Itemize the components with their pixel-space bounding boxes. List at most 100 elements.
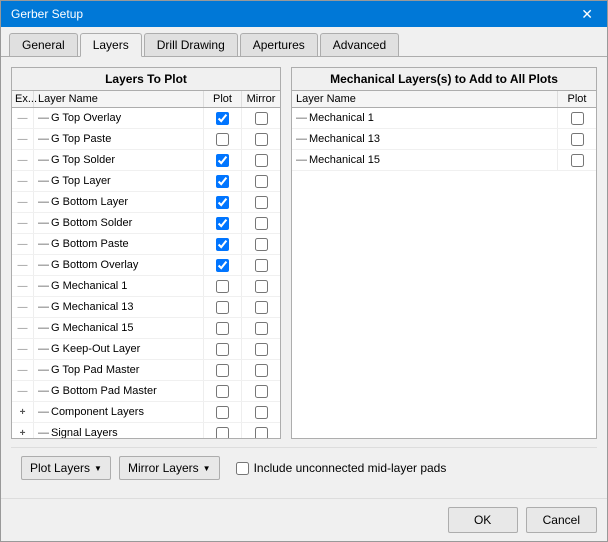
- layer-mirror-checkbox[interactable]: [242, 381, 280, 401]
- layer-plot-checkbox[interactable]: [204, 192, 242, 212]
- layer-name: —G Top Solder: [34, 150, 204, 170]
- layer-plot-checkbox[interactable]: [204, 276, 242, 296]
- layer-expand-icon: —: [12, 381, 34, 401]
- left-layer-row: ——G Top Overlay: [12, 108, 280, 129]
- mech-layer-name: —Mechanical 15: [292, 150, 558, 170]
- layer-plot-checkbox[interactable]: [204, 381, 242, 401]
- layer-mirror-checkbox[interactable]: [242, 108, 280, 128]
- layer-mirror-checkbox[interactable]: [242, 423, 280, 438]
- layer-plot-checkbox[interactable]: [204, 213, 242, 233]
- tab-layers[interactable]: Layers: [80, 33, 142, 57]
- layer-name: —G Mechanical 15: [34, 318, 204, 338]
- plot-layers-arrow-icon: ▼: [94, 464, 102, 473]
- layer-plot-checkbox[interactable]: [204, 129, 242, 149]
- mech-layer-plot-checkbox[interactable]: [558, 108, 596, 128]
- col-ex-header: Ex...: [12, 91, 34, 107]
- left-panel-body: ——G Top Overlay——G Top Paste——G Top Sold…: [12, 108, 280, 438]
- right-layer-row: —Mechanical 13: [292, 129, 596, 150]
- window-title: Gerber Setup: [11, 7, 83, 21]
- layer-name: —G Keep-Out Layer: [34, 339, 204, 359]
- layer-expand-icon: —: [12, 297, 34, 317]
- layer-plot-checkbox[interactable]: [204, 171, 242, 191]
- layer-plot-checkbox[interactable]: [204, 297, 242, 317]
- layer-name: —G Top Paste: [34, 129, 204, 149]
- layer-mirror-checkbox[interactable]: [242, 150, 280, 170]
- mech-layer-name: —Mechanical 13: [292, 129, 558, 149]
- mech-layer-plot-checkbox[interactable]: [558, 150, 596, 170]
- include-label[interactable]: Include unconnected mid-layer pads: [236, 461, 447, 475]
- layer-expand-icon[interactable]: +: [12, 402, 34, 422]
- layer-name: —Component Layers: [34, 402, 204, 422]
- layer-plot-checkbox[interactable]: [204, 423, 242, 438]
- tab-advanced[interactable]: Advanced: [320, 33, 399, 56]
- right-col-plot-header: Plot: [558, 91, 596, 107]
- mirror-layers-arrow-icon: ▼: [203, 464, 211, 473]
- tab-apertures[interactable]: Apertures: [240, 33, 318, 56]
- right-col-headers: Layer Name Plot: [292, 91, 596, 108]
- layer-mirror-checkbox[interactable]: [242, 213, 280, 233]
- layer-plot-checkbox[interactable]: [204, 360, 242, 380]
- buttons-bar: OK Cancel: [1, 498, 607, 541]
- right-col-name-header: Layer Name: [292, 91, 558, 107]
- layer-plot-checkbox[interactable]: [204, 339, 242, 359]
- left-layer-row: ——G Top Solder: [12, 150, 280, 171]
- layer-plot-checkbox[interactable]: [204, 150, 242, 170]
- layer-plot-checkbox[interactable]: [204, 108, 242, 128]
- plot-layers-button[interactable]: Plot Layers ▼: [21, 456, 111, 480]
- left-layer-row: ——G Bottom Layer: [12, 192, 280, 213]
- layer-expand-icon[interactable]: +: [12, 423, 34, 438]
- layer-expand-icon: —: [12, 192, 34, 212]
- mirror-layers-button[interactable]: Mirror Layers ▼: [119, 456, 220, 480]
- cancel-button[interactable]: Cancel: [526, 507, 597, 533]
- col-mirror-header: Mirror: [242, 91, 280, 107]
- mechanical-layers-panel: Mechanical Layers(s) to Add to All Plots…: [291, 67, 597, 439]
- mech-layer-plot-checkbox[interactable]: [558, 129, 596, 149]
- layer-mirror-checkbox[interactable]: [242, 360, 280, 380]
- layer-name: —G Bottom Paste: [34, 234, 204, 254]
- panels-row: Layers To Plot Ex... Layer Name Plot Mir…: [11, 67, 597, 439]
- close-button[interactable]: ✕: [577, 7, 597, 21]
- left-layer-row: ——G Bottom Overlay: [12, 255, 280, 276]
- left-layer-row: ——G Mechanical 1: [12, 276, 280, 297]
- layer-plot-checkbox[interactable]: [204, 255, 242, 275]
- layer-expand-icon: —: [12, 171, 34, 191]
- left-col-headers: Ex... Layer Name Plot Mirror: [12, 91, 280, 108]
- layer-mirror-checkbox[interactable]: [242, 255, 280, 275]
- left-layer-row: ——G Top Pad Master: [12, 360, 280, 381]
- left-layer-row: ——G Mechanical 15: [12, 318, 280, 339]
- plot-layers-label: Plot Layers: [30, 461, 90, 475]
- layer-plot-checkbox[interactable]: [204, 318, 242, 338]
- left-layer-row: ——G Keep-Out Layer: [12, 339, 280, 360]
- layer-mirror-checkbox[interactable]: [242, 234, 280, 254]
- layer-name: —G Top Pad Master: [34, 360, 204, 380]
- layer-mirror-checkbox[interactable]: [242, 402, 280, 422]
- layer-mirror-checkbox[interactable]: [242, 318, 280, 338]
- layer-mirror-checkbox[interactable]: [242, 276, 280, 296]
- layer-plot-checkbox[interactable]: [204, 234, 242, 254]
- left-layer-row: ——G Bottom Paste: [12, 234, 280, 255]
- bottom-bar: Plot Layers ▼ Mirror Layers ▼ Include un…: [11, 447, 597, 488]
- layer-expand-icon: —: [12, 339, 34, 359]
- layer-mirror-checkbox[interactable]: [242, 297, 280, 317]
- tab-drill-drawing[interactable]: Drill Drawing: [144, 33, 238, 56]
- left-layer-row: ——G Bottom Pad Master: [12, 381, 280, 402]
- layer-expand-icon: —: [12, 276, 34, 296]
- layer-mirror-checkbox[interactable]: [242, 171, 280, 191]
- include-checkbox[interactable]: [236, 462, 249, 475]
- tab-general[interactable]: General: [9, 33, 78, 56]
- layer-expand-icon: —: [12, 108, 34, 128]
- mirror-layers-label: Mirror Layers: [128, 461, 199, 475]
- col-name-header: Layer Name: [34, 91, 204, 107]
- layer-name: —G Bottom Pad Master: [34, 381, 204, 401]
- layer-plot-checkbox[interactable]: [204, 402, 242, 422]
- layer-mirror-checkbox[interactable]: [242, 129, 280, 149]
- left-layer-row: ——G Bottom Solder: [12, 213, 280, 234]
- layer-mirror-checkbox[interactable]: [242, 192, 280, 212]
- left-layer-row: ——G Mechanical 13: [12, 297, 280, 318]
- gerber-setup-window: Gerber Setup ✕ General Layers Drill Draw…: [0, 0, 608, 542]
- left-panel-header: Layers To Plot: [12, 68, 280, 91]
- layers-to-plot-panel: Layers To Plot Ex... Layer Name Plot Mir…: [11, 67, 281, 439]
- ok-button[interactable]: OK: [448, 507, 518, 533]
- layer-name: —G Mechanical 1: [34, 276, 204, 296]
- layer-mirror-checkbox[interactable]: [242, 339, 280, 359]
